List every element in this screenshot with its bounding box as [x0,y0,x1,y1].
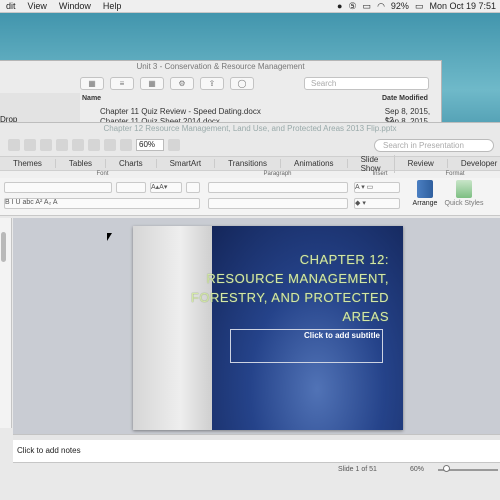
tab-developer[interactable]: Developer [448,159,500,168]
tab-smartart[interactable]: SmartArt [157,159,216,168]
status-zoom-label: 60% [410,466,425,473]
subtitle-placeholder-text: Click to add subtitle [303,331,380,340]
zoom-slider-knob[interactable] [443,465,450,472]
wifi-icon[interactable]: ◠ [377,1,385,12]
slide-counter: Slide 1 of 51 [338,466,377,473]
group-format: Format [445,171,465,177]
arrange-button[interactable]: ▦ [140,76,164,90]
alignment-buttons[interactable] [208,198,348,209]
slide-thumbnail-pane[interactable] [0,218,12,428]
help-icon[interactable] [168,139,180,151]
list-item[interactable]: Chapter 11 Quiz Review - Speed Dating.do… [100,107,441,125]
insert-shape-button[interactable]: ◆ ▾ [354,198,400,209]
slide-title-line: CHAPTER 12: [299,252,389,267]
menu-help[interactable]: Help [97,1,128,11]
clock[interactable]: Mon Oct 19 7:51 [429,1,496,11]
column-name[interactable]: Name [82,95,382,105]
quick-styles-icon [456,180,472,198]
slide-title-line: AREAS [342,309,389,324]
quick-styles-label: Quick Styles [444,200,484,207]
ribbon-tabs: Themes Tables Charts SmartArt Transition… [0,154,500,173]
file-date: Sep 8, 2015, 12 [384,107,431,125]
font-name-select[interactable] [4,182,112,193]
finder-search-input[interactable]: Search [304,76,429,90]
powerpoint-window: Chapter 12 Resource Management, Land Use… [0,122,500,500]
tab-animations[interactable]: Animations [281,159,348,168]
subtitle-placeholder[interactable]: Click to add subtitle [230,329,383,363]
file-name: Chapter 11 Quiz Review - Speed Dating.do… [100,107,261,116]
slide-canvas[interactable]: CHAPTER 12: RESOURCE MANAGEMENT, FORESTR… [13,218,500,434]
standard-toolbar: 60% Search in Presentation [0,134,500,156]
list-indent-buttons[interactable] [208,182,348,193]
cut-icon[interactable] [8,139,20,151]
finder-window: Unit 3 - Conservation & Resource Managem… [0,60,442,135]
menu-bar: dit View Window Help ● ⑤ ▭ ◠ 92% ▭ Mon O… [0,0,500,13]
group-font: Font [96,171,109,177]
status-area: ● ⑤ ▭ ◠ 92% ▭ Mon Oct 19 7:51 [337,1,500,12]
redo-icon[interactable] [88,139,100,151]
view-icons-button[interactable]: ▦ [80,76,104,90]
copy-icon[interactable] [24,139,36,151]
insert-text-box-button[interactable]: A ▾ ▭ [354,182,400,193]
tab-review[interactable]: Review [395,159,448,168]
finder-title: Unit 3 - Conservation & Resource Managem… [136,62,305,71]
finder-column-headers: Name Date Modified [82,95,441,105]
thumbnail-scrollbar[interactable] [1,232,6,262]
ribbon-body: A▴A▾ B I U abc A² A₂ A A ▾ ▭ ◆ ▾ Arrange… [0,178,500,216]
view-list-button[interactable]: ≡ [110,76,134,90]
battery-percent: 92% [390,1,409,11]
skype-icon[interactable]: ● [337,1,342,11]
format-painter-icon[interactable] [56,139,68,151]
5-badge-icon[interactable]: ⑤ [348,1,356,12]
action-gear-button[interactable]: ⚙ [170,76,194,90]
group-insert: Insert [372,171,388,177]
font-style-buttons[interactable]: B I U abc A² A₂ A [4,198,200,209]
tab-transitions[interactable]: Transitions [215,159,281,168]
slide-title[interactable]: CHAPTER 12: RESOURCE MANAGEMENT, FORESTR… [159,250,389,326]
group-paragraph: Paragraph [263,171,292,177]
menu-view[interactable]: View [22,1,53,11]
slide-title-line: FORESTRY, AND PROTECTED [190,290,389,305]
mouse-pointer-icon [107,233,112,241]
tab-themes[interactable]: Themes [0,159,56,168]
status-bar: Slide 1 of 51 60% [0,463,500,477]
grow-shrink-font-button[interactable]: A▴A▾ [150,182,182,193]
zoom-field[interactable]: 60% [136,139,164,151]
menu-edit[interactable]: dit [0,1,22,11]
notes-placeholder: Click to add notes [17,446,81,455]
arrange-button[interactable]: Arrange [410,180,440,207]
tab-charts[interactable]: Charts [106,159,157,168]
clear-format-button[interactable] [186,182,200,193]
tab-slide-show[interactable]: Slide Show [348,154,395,173]
tab-tables[interactable]: Tables [56,159,107,168]
tag-button[interactable]: ◯ [230,76,254,90]
document-title: Chapter 12 Resource Management, Land Use… [103,124,397,133]
menu-window[interactable]: Window [53,1,97,11]
slide[interactable]: CHAPTER 12: RESOURCE MANAGEMENT, FORESTR… [133,226,403,430]
presentation-search-input[interactable]: Search in Presentation [374,138,494,152]
slide-sorter-icon[interactable] [104,139,116,151]
font-size-select[interactable] [116,182,146,193]
notes-pane[interactable]: Click to add notes [13,440,500,463]
window-bottom [0,477,500,500]
arrange-icon [417,180,433,198]
arrange-label: Arrange [412,200,438,207]
undo-icon[interactable] [72,139,84,151]
airplay-icon[interactable]: ▭ [363,1,372,12]
ribbon-group-labels: Font Paragraph Insert Format [0,171,500,178]
share-button[interactable]: ⇪ [200,76,224,90]
gallery-icon[interactable] [120,139,132,151]
finder-toolbar: ▦ ≡ ▦ ⚙ ⇪ ◯ Search [0,73,441,93]
battery-icon[interactable]: ▭ [415,1,424,12]
column-date[interactable]: Date Modified [382,95,428,105]
paste-icon[interactable] [40,139,52,151]
quick-styles-button[interactable]: Quick Styles [444,180,484,207]
slide-title-line: RESOURCE MANAGEMENT, [206,271,389,286]
